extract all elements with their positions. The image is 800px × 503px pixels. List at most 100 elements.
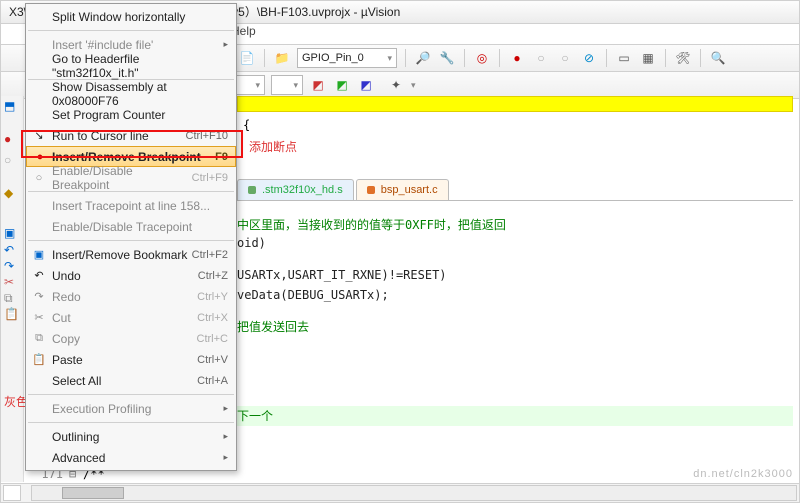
tab-bsp-usart[interactable]: bsp_usart.c xyxy=(356,179,449,200)
run-cursor-icon: ↘ xyxy=(32,129,46,142)
chevron-down-icon: ▾ xyxy=(255,80,260,91)
file-icon xyxy=(248,186,256,194)
chevron-down-icon[interactable]: ▾ xyxy=(411,80,416,91)
red-tool-icon[interactable]: ◩ xyxy=(309,76,327,94)
toolbar-separator xyxy=(499,49,500,67)
chevron-right-icon: ▸ xyxy=(223,431,228,442)
ctx-select-all[interactable]: Select AllCtrl+A xyxy=(26,370,236,391)
redo-icon[interactable]: ↷ xyxy=(4,259,14,273)
menu-divider xyxy=(28,240,234,241)
ctx-run-to-cursor[interactable]: ↘Run to Cursor lineCtrl+F10 xyxy=(26,125,236,146)
annotation-add-breakpoint: 添加断点 xyxy=(249,138,297,155)
find-icon[interactable]: 🔍 xyxy=(709,49,727,67)
ctx-outlining[interactable]: Outlining▸ xyxy=(26,426,236,447)
ctx-paste[interactable]: 📋PasteCtrl+V xyxy=(26,349,236,370)
code-comment: 把值发送回去 xyxy=(237,318,793,336)
ctx-redo: ↷RedoCtrl+Y xyxy=(26,286,236,307)
toolbar-separator xyxy=(264,49,265,67)
window-icon[interactable]: ▭ xyxy=(615,49,633,67)
breakpoint-disabled-icon[interactable]: ○ xyxy=(4,153,11,167)
ctx-cut: ✂CutCtrl+X xyxy=(26,307,236,328)
copy-icon[interactable]: 📄 xyxy=(238,49,256,67)
toolbar-separator xyxy=(405,49,406,67)
menu-divider xyxy=(28,422,234,423)
menu-divider xyxy=(28,30,234,31)
breakpoint-kill-icon[interactable]: ⊘ xyxy=(580,49,598,67)
ctx-enable-disable-tracepoint: Enable/Disable Tracepoint xyxy=(26,216,236,237)
tile-icon[interactable]: ▦ xyxy=(639,49,657,67)
ctx-goto-headerfile[interactable]: Go to Headerfile "stm32f10x_it.h" xyxy=(26,55,236,76)
breakpoint-disable-icon[interactable]: ○ xyxy=(532,49,550,67)
copy-icon: ⧉ xyxy=(32,332,46,345)
left-gutter: ⬒ ● ○ ◆ ▣ ↶ ↷ ✂ ⧉ 📋 xyxy=(1,96,24,482)
context-menu: Split Window horizontally Insert '#inclu… xyxy=(25,3,237,471)
scroll-left-button[interactable] xyxy=(3,485,21,501)
breakpoint-disabled-icon: ○ xyxy=(32,172,46,184)
ctx-copy: ⧉CopyCtrl+C xyxy=(26,328,236,349)
ctx-set-program-counter[interactable]: Set Program Counter xyxy=(26,104,236,125)
breakpoint-icon[interactable]: ● xyxy=(4,132,11,146)
toolbar-separator xyxy=(464,49,465,67)
chevron-right-icon: ▸ xyxy=(223,403,228,414)
chevron-down-icon: ▾ xyxy=(293,80,298,91)
paste-icon: 📋 xyxy=(32,353,46,366)
tab-label: .stm32f10x_hd.s xyxy=(262,184,343,196)
bookmark-icon[interactable]: ▣ xyxy=(4,226,15,240)
code-fragment: veData(DEBUG_USARTx); xyxy=(237,286,793,304)
ctx-show-disassembly[interactable]: Show Disassembly at 0x08000F76 xyxy=(26,83,236,104)
ctx-enable-disable-breakpoint: ○Enable/Disable BreakpointCtrl+F9 xyxy=(26,167,236,188)
undo-icon[interactable]: ↶ xyxy=(4,243,14,257)
diamond-icon[interactable]: ◆ xyxy=(4,186,13,200)
target-dropdown[interactable]: ▾ xyxy=(233,75,265,95)
editor-tabstrip: .stm32f10x_hd.s bsp_usart.c xyxy=(237,178,793,201)
horizontal-scrollbar[interactable] xyxy=(31,485,797,501)
ctx-insert-remove-bookmark[interactable]: ▣Insert/Remove BookmarkCtrl+F2 xyxy=(26,244,236,265)
flash-dropdown[interactable]: ▾ xyxy=(271,75,303,95)
ctx-undo[interactable]: ↶UndoCtrl+Z xyxy=(26,265,236,286)
paste-icon[interactable]: 📋 xyxy=(4,307,19,321)
tools-icon[interactable]: 🛠 xyxy=(674,49,692,67)
breakpoint-icon[interactable]: ● xyxy=(508,49,526,67)
ctx-insert-tracepoint: Insert Tracepoint at line 158... xyxy=(26,195,236,216)
toolbar-separator xyxy=(606,49,607,67)
toolbar-separator xyxy=(665,49,666,67)
debug-start-icon[interactable]: ◎ xyxy=(473,49,491,67)
tab-label: bsp_usart.c xyxy=(381,184,438,196)
code-fragment: USARTx,USART_IT_RXNE)!=RESET) xyxy=(237,266,793,284)
copy-icon[interactable]: ⧉ xyxy=(4,291,13,306)
undo-icon: ↶ xyxy=(32,269,46,282)
symbol-combo[interactable]: GPIO_Pin_0 ▾ xyxy=(297,48,397,68)
symbol-combo-value: GPIO_Pin_0 xyxy=(302,52,364,64)
bookmark-prev-icon[interactable]: ⬒ xyxy=(4,99,15,113)
menu-divider xyxy=(28,394,234,395)
chevron-right-icon: ▸ xyxy=(223,39,228,50)
toolbar-separator xyxy=(700,49,701,67)
chevron-down-icon: ▾ xyxy=(387,53,392,64)
redo-icon: ↷ xyxy=(32,290,46,303)
chevron-right-icon: ▸ xyxy=(223,452,228,463)
wrench-icon[interactable]: 🔧 xyxy=(438,49,456,67)
breakpoint-icon: ● xyxy=(33,151,47,163)
cut-icon: ✂ xyxy=(32,311,46,324)
code-comment: 中区里面，当接收到的的值等于0XFF时，把值返回 xyxy=(237,216,793,234)
code-brace: { xyxy=(243,118,250,132)
bookmark-icon: ▣ xyxy=(32,248,46,261)
green-tool-icon[interactable]: ◩ xyxy=(333,76,351,94)
file-icon xyxy=(367,186,375,194)
status-bar xyxy=(1,483,799,502)
scrollbar-thumb[interactable] xyxy=(62,487,124,499)
binoculars-icon[interactable]: 🔎 xyxy=(414,49,432,67)
code-fragment: oid) xyxy=(237,234,793,252)
app-window: X3\ 的数据放到数组中\Project\RVMDK（uv5）\BH-F103.… xyxy=(0,0,800,503)
ctx-advanced[interactable]: Advanced▸ xyxy=(26,447,236,468)
watermark-text: dn.net/cln2k3000 xyxy=(693,468,793,480)
highlight-line xyxy=(237,96,793,112)
ctx-split-window[interactable]: Split Window horizontally xyxy=(26,6,236,27)
tab-startup[interactable]: .stm32f10x_hd.s xyxy=(237,179,354,200)
blue-tool-icon[interactable]: ◩ xyxy=(357,76,375,94)
ctx-execution-profiling: Execution Profiling▸ xyxy=(26,398,236,419)
folder-icon[interactable]: 📁 xyxy=(273,49,291,67)
cut-icon[interactable]: ✂ xyxy=(4,275,14,289)
breakpoint-clear-icon[interactable]: ○ xyxy=(556,49,574,67)
options-icon[interactable]: ✦ xyxy=(387,76,405,94)
